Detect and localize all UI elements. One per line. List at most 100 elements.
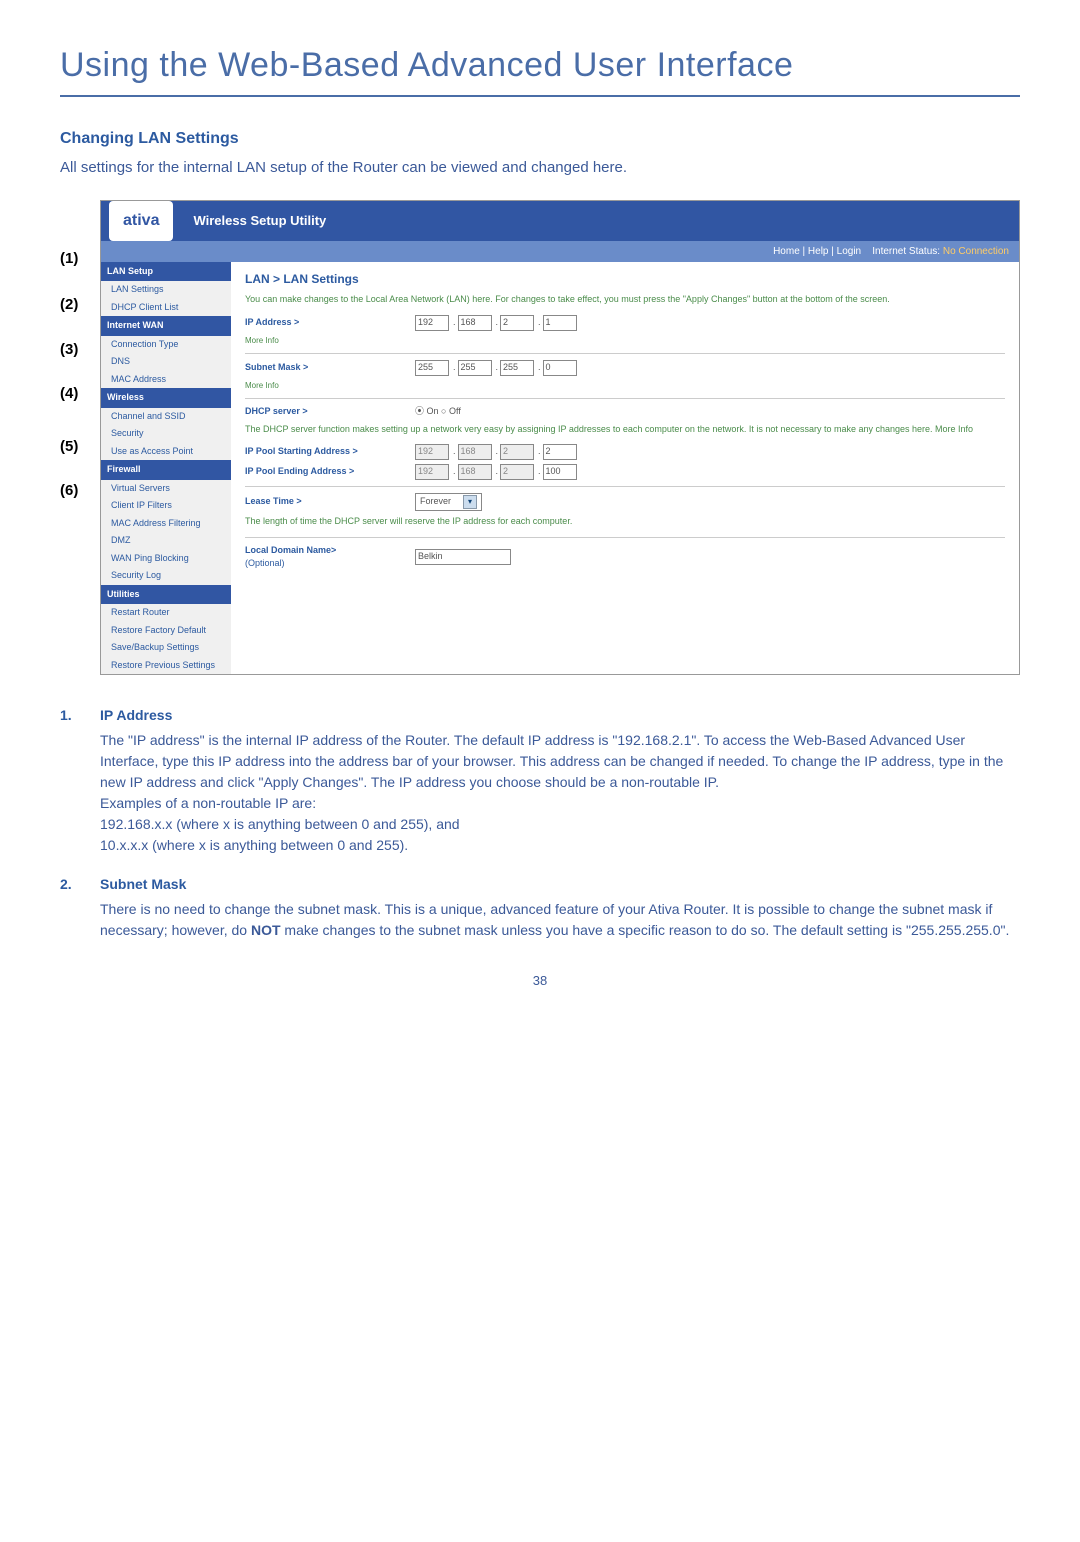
- ss-header-title: Wireless Setup Utility: [193, 211, 326, 231]
- divider: [245, 398, 1005, 399]
- side-item[interactable]: LAN Settings: [101, 281, 231, 299]
- side-item[interactable]: Security Log: [101, 567, 231, 585]
- dhcp-on-radio[interactable]: ⦿ On: [415, 405, 439, 419]
- pool-end-label: IP Pool Ending Address >: [245, 465, 415, 479]
- ip-octet[interactable]: 1: [543, 315, 577, 331]
- item-body: There is no need to change the subnet ma…: [100, 899, 1020, 941]
- side-item[interactable]: Virtual Servers: [101, 480, 231, 498]
- status-value: No Connection: [943, 246, 1009, 257]
- ss-topbar: Home | Help | Login Internet Status: No …: [101, 241, 1019, 262]
- lease-value: Forever: [420, 495, 451, 509]
- domain-input[interactable]: Belkin: [415, 549, 511, 565]
- ip-octet[interactable]: 168: [458, 315, 492, 331]
- side-head-wireless: Wireless: [101, 388, 231, 408]
- figure-wrap: (1) (2) (3) (4) (5) (6) ativa Wireless S…: [60, 200, 1020, 676]
- side-item[interactable]: Restore Previous Settings: [101, 657, 231, 675]
- pool-octet: 192: [415, 444, 449, 460]
- side-item[interactable]: Client IP Filters: [101, 497, 231, 515]
- item-num: 1.: [60, 705, 100, 856]
- ss-note: You can make changes to the Local Area N…: [245, 294, 1005, 306]
- subnet-octet[interactable]: 255: [415, 360, 449, 376]
- side-item[interactable]: Use as Access Point: [101, 443, 231, 461]
- side-item[interactable]: Restore Factory Default: [101, 622, 231, 640]
- dot: .: [496, 361, 499, 375]
- side-head-lan: LAN Setup: [101, 262, 231, 282]
- callout-3: (3): [60, 339, 100, 362]
- side-head-firewall: Firewall: [101, 460, 231, 480]
- dot: .: [538, 316, 541, 330]
- status-label: Internet Status:: [872, 246, 940, 257]
- side-item[interactable]: DNS: [101, 353, 231, 371]
- side-item[interactable]: MAC Address: [101, 371, 231, 389]
- page-number: 38: [60, 971, 1020, 991]
- callout-1: (1): [60, 248, 100, 271]
- pool-octet[interactable]: 2: [543, 444, 577, 460]
- ss-body: LAN Setup LAN Settings DHCP Client List …: [101, 262, 1019, 675]
- dhcp-label: DHCP server >: [245, 405, 415, 419]
- ip-label: IP Address >: [245, 316, 415, 330]
- side-item[interactable]: Security: [101, 425, 231, 443]
- title-underline: [60, 95, 1020, 97]
- item-2: 2. Subnet Mask There is no need to chang…: [60, 874, 1020, 941]
- side-item[interactable]: WAN Ping Blocking: [101, 550, 231, 568]
- subnet-row: Subnet Mask > 255. 255. 255. 0: [245, 360, 1005, 376]
- dhcp-off-text: Off: [449, 406, 461, 416]
- subnet-octet[interactable]: 255: [500, 360, 534, 376]
- pool-octet: 192: [415, 464, 449, 480]
- section-heading: Changing LAN Settings: [60, 127, 1020, 151]
- ip-row: IP Address > 192. 168. 2. 1: [245, 315, 1005, 331]
- screenshot: ativa Wireless Setup Utility Home | Help…: [100, 200, 1020, 676]
- subnet-label: Subnet Mask >: [245, 361, 415, 375]
- side-item[interactable]: Save/Backup Settings: [101, 639, 231, 657]
- ip-octet[interactable]: 2: [500, 315, 534, 331]
- side-item[interactable]: DHCP Client List: [101, 299, 231, 317]
- domain-row: Local Domain Name> (Optional) Belkin: [245, 544, 1005, 571]
- dot: .: [538, 465, 541, 479]
- more-info-link[interactable]: More Info: [245, 380, 1005, 392]
- item-body-post: make changes to the subnet mask unless y…: [281, 922, 1010, 938]
- dot: .: [496, 445, 499, 459]
- pool-octet: 168: [458, 444, 492, 460]
- body-list: 1. IP Address The "IP address" is the in…: [60, 705, 1020, 941]
- ip-octet[interactable]: 192: [415, 315, 449, 331]
- side-item[interactable]: DMZ: [101, 532, 231, 550]
- pool-octet[interactable]: 100: [543, 464, 577, 480]
- side-item[interactable]: Connection Type: [101, 336, 231, 354]
- dot: .: [453, 361, 456, 375]
- dhcp-off-radio[interactable]: ○ Off: [441, 405, 461, 419]
- domain-label: Local Domain Name> (Optional): [245, 544, 415, 571]
- item-extra3: 10.x.x.x (where x is anything between 0 …: [100, 837, 408, 853]
- item-extra1: Examples of a non-routable IP are:: [100, 795, 316, 811]
- topbar-links[interactable]: Home | Help | Login: [773, 246, 861, 257]
- ss-main-title: LAN > LAN Settings: [245, 270, 1005, 288]
- divider: [245, 353, 1005, 354]
- side-item[interactable]: Channel and SSID: [101, 408, 231, 426]
- ss-sidebar: LAN Setup LAN Settings DHCP Client List …: [101, 262, 231, 675]
- item-1: 1. IP Address The "IP address" is the in…: [60, 705, 1020, 856]
- brand-logo: ativa: [109, 201, 173, 241]
- callout-6: (6): [60, 480, 100, 503]
- ss-main: LAN > LAN Settings You can make changes …: [231, 262, 1019, 675]
- pool-end-row: IP Pool Ending Address > 192. 168. 2. 10…: [245, 464, 1005, 480]
- intro-text: All settings for the internal LAN setup …: [60, 157, 1020, 180]
- subnet-octet[interactable]: 255: [458, 360, 492, 376]
- dhcp-note: The DHCP server function makes setting u…: [245, 423, 1005, 437]
- dot: .: [496, 465, 499, 479]
- lease-row: Lease Time > Forever ▾: [245, 493, 1005, 511]
- dhcp-on-text: On: [427, 406, 439, 416]
- dot: .: [496, 316, 499, 330]
- item-num: 2.: [60, 874, 100, 941]
- subnet-octet[interactable]: 0: [543, 360, 577, 376]
- lease-select[interactable]: Forever ▾: [415, 493, 482, 511]
- lease-note: The length of time the DHCP server will …: [245, 515, 1005, 529]
- side-item[interactable]: Restart Router: [101, 604, 231, 622]
- dot: .: [538, 361, 541, 375]
- lease-label: Lease Time >: [245, 495, 415, 509]
- more-info-link[interactable]: More Info: [245, 335, 1005, 347]
- dot: .: [453, 445, 456, 459]
- callout-4: (4): [60, 383, 100, 406]
- side-item[interactable]: MAC Address Filtering: [101, 515, 231, 533]
- page-title: Using the Web-Based Advanced User Interf…: [60, 40, 1020, 91]
- pool-octet: 2: [500, 444, 534, 460]
- callout-2: (2): [60, 294, 100, 317]
